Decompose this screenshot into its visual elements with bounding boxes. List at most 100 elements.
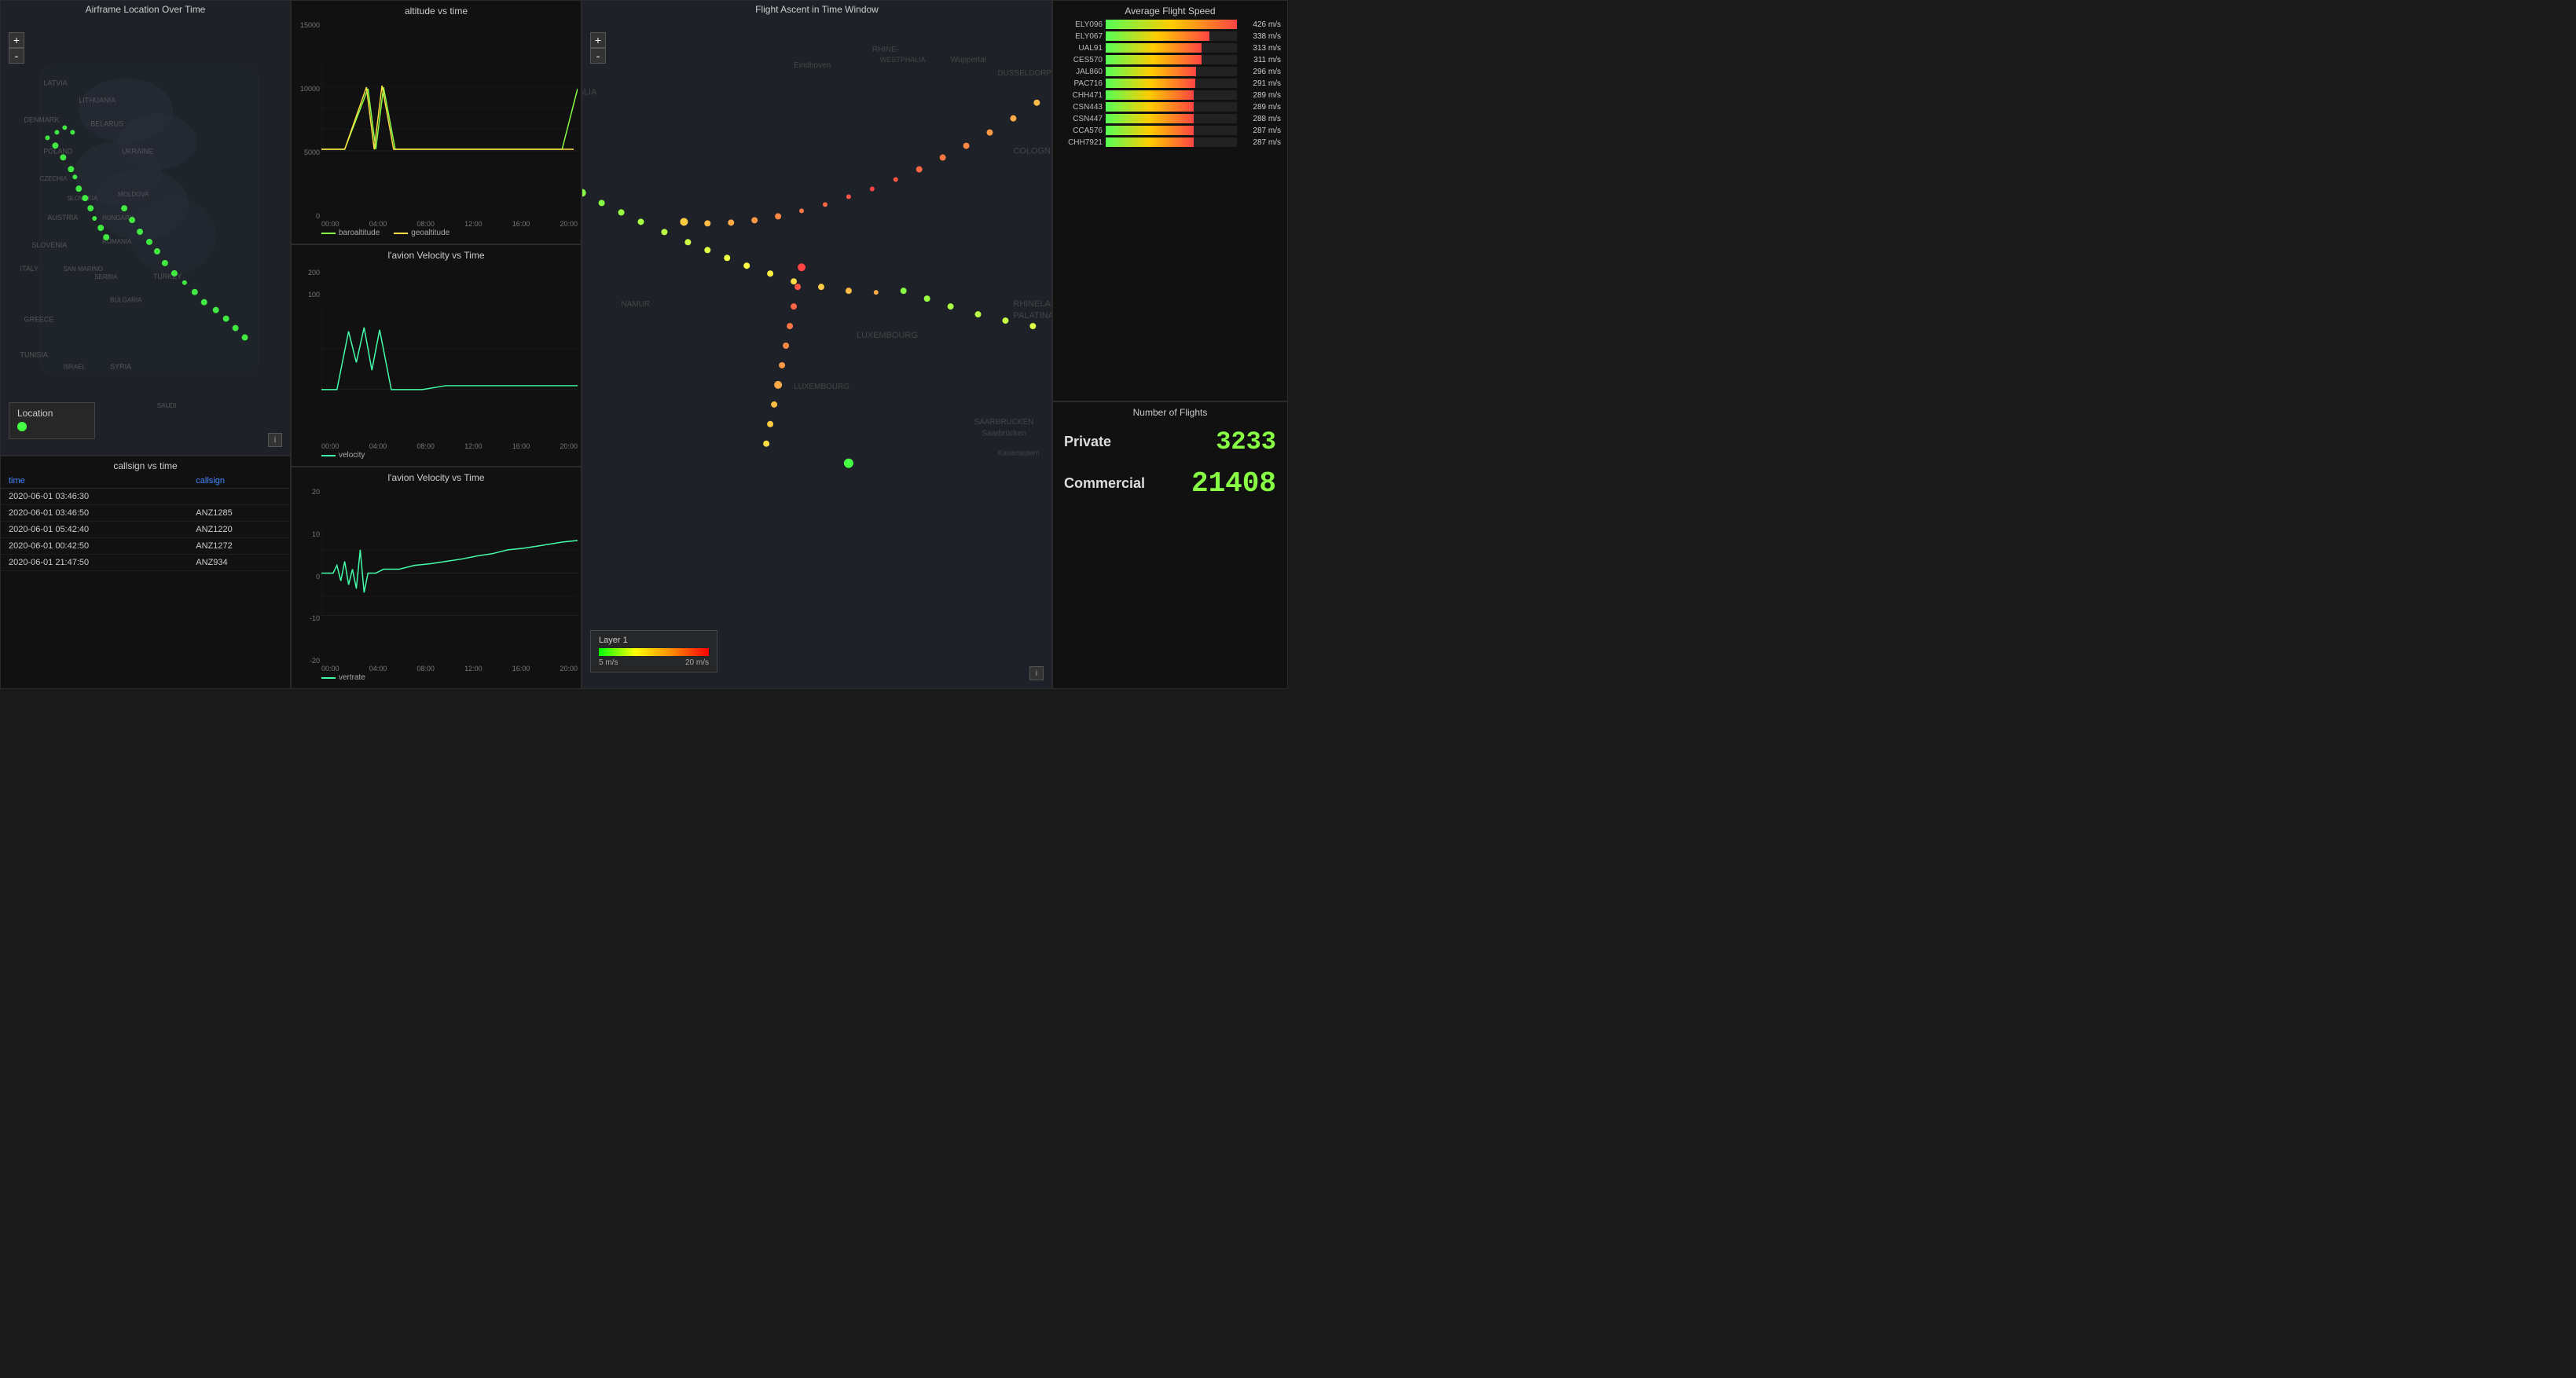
map-zoom-right[interactable]: + - (590, 32, 606, 64)
bar-track (1106, 67, 1237, 76)
bar-row: CSN443 289 m/s (1059, 102, 1281, 112)
bar-track (1106, 43, 1237, 53)
flight-count: 21408 (1191, 467, 1276, 500)
bar-track (1106, 126, 1237, 135)
cell-time: 2020-06-01 00:42:50 (1, 538, 188, 555)
bar-fill (1106, 43, 1202, 53)
bar-track (1106, 137, 1237, 147)
charts-column: altitude vs time 15000 10000 5000 0 (291, 0, 582, 689)
cell-callsign: ANZ934 (188, 555, 290, 571)
bar-fill (1106, 102, 1194, 112)
bar-track (1106, 79, 1237, 88)
numbers-title: Number of Flights (1053, 402, 1287, 420)
info-button-left[interactable]: i (268, 433, 282, 447)
vertrate-xaxis: 00:0004:0008:0012:0016:0020:00 (321, 665, 578, 673)
vertrate-svg (321, 485, 578, 662)
velocity-chart-area: 200 100 00:0004:0008:0012:0016:0020:00 v… (292, 262, 581, 461)
cell-callsign (188, 489, 290, 505)
bar-value: 311 m/s (1240, 56, 1281, 64)
svg-text:Kaiserlautern: Kaiserlautern (997, 449, 1039, 457)
cell-time: 2020-06-01 03:46:50 (1, 505, 188, 522)
svg-text:SLOVENIA: SLOVENIA (31, 241, 67, 249)
cell-time: 2020-06-01 05:42:40 (1, 522, 188, 538)
bar-row: CSN447 288 m/s (1059, 114, 1281, 123)
bar-value: 287 m/s (1240, 138, 1281, 147)
gradient-labels: 5 m/s 20 m/s (599, 658, 709, 667)
col-callsign: callsign (188, 474, 290, 489)
table-panel: callsign vs time time callsign 2020-06-0… (0, 456, 291, 689)
vertrate-legend: vertrate (321, 673, 373, 682)
table-row: 2020-06-01 00:42:50 ANZ1272 (1, 538, 290, 555)
zoom-in-right[interactable]: + (590, 32, 606, 48)
bar-row: CHH7921 287 m/s (1059, 137, 1281, 147)
bar-fill (1106, 114, 1194, 123)
flight-count: 3233 (1216, 427, 1276, 456)
bar-fill (1106, 137, 1194, 147)
zoom-out-left[interactable]: - (9, 48, 24, 64)
svg-text:Eindhoven: Eindhoven (794, 61, 831, 70)
map-zoom-left[interactable]: + - (9, 32, 24, 64)
svg-text:NAMUR: NAMUR (622, 300, 651, 309)
bar-fill (1106, 90, 1194, 100)
vertrate-yaxis: 20 10 0 -10 -20 (292, 485, 321, 668)
vertrate-chart: l'avion Velocity vs Time 20 10 0 -10 -20 (291, 467, 582, 689)
altitude-xaxis: 00:0004:0008:0012:0016:0020:00 (321, 220, 578, 228)
bar-label: CES570 (1059, 56, 1103, 64)
velocity-yaxis: 200 100 (292, 262, 321, 445)
bar-track (1106, 31, 1237, 41)
bar-row: CES570 311 m/s (1059, 55, 1281, 64)
flight-type: Commercial (1064, 475, 1145, 492)
bar-value: 289 m/s (1240, 103, 1281, 112)
bar-fill (1106, 79, 1195, 88)
bar-label: CHH7921 (1059, 138, 1103, 147)
bar-row: ELY067 338 m/s (1059, 31, 1281, 41)
svg-text:WESTPHALIA: WESTPHALIA (880, 56, 926, 64)
bar-chart-title: Average Flight Speed (1053, 1, 1287, 18)
svg-text:TUNISIA: TUNISIA (20, 350, 48, 358)
bar-label: CCA576 (1059, 126, 1103, 135)
svg-text:SERBIA: SERBIA (94, 273, 118, 280)
cell-callsign: ANZ1220 (188, 522, 290, 538)
svg-text:MOLDOVA: MOLDOVA (118, 191, 149, 198)
bar-label: ELY067 (1059, 32, 1103, 41)
location-label: Location (17, 408, 86, 419)
bar-value: 291 m/s (1240, 79, 1281, 88)
velocity-title: l'avion Velocity vs Time (292, 245, 581, 262)
layer-title: Layer 1 (599, 636, 709, 645)
col-time: time (1, 474, 188, 489)
info-button-right[interactable]: i (1029, 666, 1044, 680)
velocity-legend: velocity (321, 451, 372, 460)
bar-value: 288 m/s (1240, 115, 1281, 123)
location-dot (17, 422, 27, 431)
svg-text:LUXEMBOURG: LUXEMBOURG (857, 331, 918, 340)
bar-row: PAC716 291 m/s (1059, 79, 1281, 88)
bar-label: UAL91 (1059, 44, 1103, 53)
map-left: Airframe Location Over Time LATVIA LITHU… (0, 0, 291, 456)
bar-value: 296 m/s (1240, 68, 1281, 76)
svg-text:UKRAINE: UKRAINE (122, 147, 153, 155)
zoom-out-right[interactable]: - (590, 48, 606, 64)
cell-callsign: ANZ1272 (188, 538, 290, 555)
stats-panel: Average Flight Speed ELY096 426 m/s ELY0… (1052, 0, 1288, 689)
bar-label: CSN443 (1059, 103, 1103, 112)
cell-time: 2020-06-01 03:46:30 (1, 489, 188, 505)
svg-text:PALATINATE: PALATINATE (1013, 311, 1051, 321)
table-row: 2020-06-01 05:42:40 ANZ1220 (1, 522, 290, 538)
bar-fill (1106, 31, 1209, 41)
bar-fill (1106, 20, 1237, 29)
min-speed-label: 5 m/s (599, 658, 618, 667)
bar-label: JAL860 (1059, 68, 1103, 76)
altitude-svg (321, 18, 578, 214)
bar-row: CHH471 289 m/s (1059, 90, 1281, 100)
svg-text:LATVIA: LATVIA (43, 79, 67, 87)
zoom-in-left[interactable]: + (9, 32, 24, 48)
bar-label: CHH471 (1059, 91, 1103, 100)
svg-text:LITHUANIA: LITHUANIA (79, 97, 116, 104)
num-row: Private 3233 (1064, 427, 1276, 456)
bar-value: 287 m/s (1240, 126, 1281, 135)
bar-fill (1106, 55, 1202, 64)
svg-text:SAUDI: SAUDI (157, 402, 176, 409)
layer-legend: Layer 1 5 m/s 20 m/s (590, 630, 717, 673)
data-table: time callsign 2020-06-01 03:46:30 2020-0… (1, 474, 290, 571)
table-row: 2020-06-01 03:46:50 ANZ1285 (1, 505, 290, 522)
